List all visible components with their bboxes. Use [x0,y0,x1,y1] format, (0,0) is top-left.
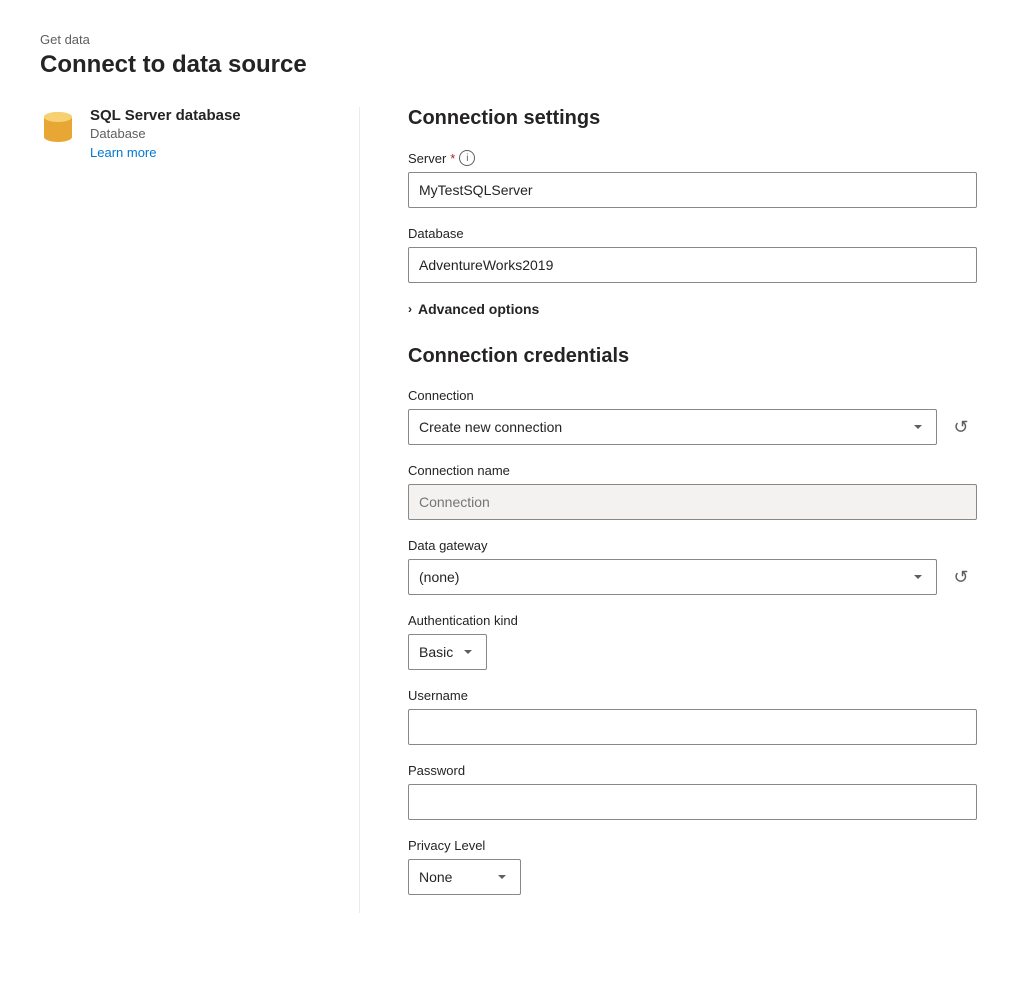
data-gateway-dropdown-wrapper: (none) ↺ [408,559,977,595]
server-info-icon[interactable]: i [459,150,475,166]
server-input[interactable] [408,172,977,208]
data-gateway-label: Data gateway [408,538,977,553]
data-source-item: SQL Server database Database Learn more [40,107,319,160]
username-label: Username [408,688,977,703]
connection-field-group: Connection Create new connection ↺ [408,388,977,445]
breadcrumb: Get data [40,32,977,47]
server-label: Server * i [408,150,977,166]
data-source-info: SQL Server database Database Learn more [90,107,241,160]
data-source-type: Database [90,126,241,141]
advanced-options-label: Advanced options [418,301,539,317]
sql-server-icon [40,109,76,145]
connection-label: Connection [408,388,977,403]
privacy-level-label: Privacy Level [408,838,977,853]
password-input[interactable] [408,784,977,820]
data-source-name: SQL Server database [90,107,241,124]
data-gateway-select[interactable]: (none) [408,559,937,595]
database-field-group: Database [408,226,977,283]
advanced-options-toggle[interactable]: › Advanced options [408,301,977,317]
data-gateway-field-group: Data gateway (none) ↺ [408,538,977,595]
connection-select[interactable]: Create new connection [408,409,937,445]
server-required-star: * [450,151,455,166]
left-panel: SQL Server database Database Learn more [40,107,360,913]
database-input[interactable] [408,247,977,283]
privacy-level-select[interactable]: None Public Organizational Private [408,859,521,895]
connection-name-field-group: Connection name [408,463,977,520]
auth-kind-select[interactable]: Basic Windows OAuth2 [408,634,487,670]
advanced-options-chevron: › [408,302,412,316]
page-title: Connect to data source [40,51,977,79]
connection-name-input[interactable] [408,484,977,520]
right-panel: Connection settings Server * i Database … [360,107,977,913]
learn-more-link[interactable]: Learn more [90,145,156,160]
username-field-group: Username [408,688,977,745]
auth-kind-field-group: Authentication kind Basic Windows OAuth2 [408,613,977,670]
connection-name-label: Connection name [408,463,977,478]
connection-settings-title: Connection settings [408,107,977,130]
username-input[interactable] [408,709,977,745]
database-label: Database [408,226,977,241]
password-label: Password [408,763,977,778]
data-gateway-refresh-button[interactable]: ↺ [945,561,977,593]
credentials-title: Connection credentials [408,345,977,368]
connection-dropdown-wrapper: Create new connection ↺ [408,409,977,445]
credentials-section: Connection credentials Connection Create… [408,345,977,895]
privacy-level-field-group: Privacy Level None Public Organizational… [408,838,977,895]
connection-refresh-button[interactable]: ↺ [945,411,977,443]
auth-kind-label: Authentication kind [408,613,977,628]
password-field-group: Password [408,763,977,820]
server-field-group: Server * i [408,150,977,208]
